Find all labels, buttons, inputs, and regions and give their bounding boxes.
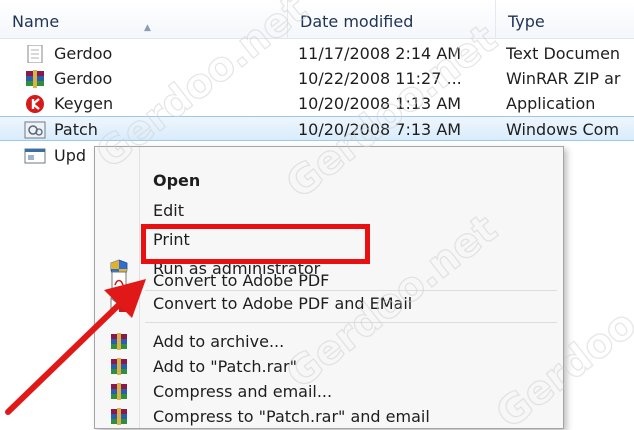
file-name: Keygen — [54, 94, 114, 113]
menu-item-label: Edit — [153, 201, 184, 220]
menu-separator — [145, 322, 557, 323]
column-header-name-label: Name — [12, 12, 60, 31]
column-header-type[interactable]: Type — [496, 0, 634, 38]
file-row[interactable]: Gerdoo 11/17/2008 2:14 AM Text Documen — [0, 41, 634, 66]
menu-item-add-to-archive[interactable]: Add to archive... — [95, 328, 563, 355]
file-name: Upd — [54, 146, 87, 165]
file-date: 11/17/2008 2:14 AM — [298, 44, 462, 63]
keygen-app-icon — [26, 95, 44, 113]
file-row[interactable]: Gerdoo 10/22/2008 11:27 ... WinRAR ZIP a… — [0, 66, 634, 91]
file-name-cell: Keygen — [24, 91, 286, 116]
adobe-pdf-icon — [111, 271, 127, 291]
winrar-archive-icon — [111, 408, 127, 425]
menu-item-add-to-rar[interactable]: Add to "Patch.rar" — [95, 353, 563, 380]
file-row-selected[interactable]: Patch 10/20/2008 7:13 AM Windows Com — [0, 116, 634, 141]
file-type: Application — [506, 94, 596, 113]
file-row[interactable]: Keygen 10/20/2008 1:13 AM Application — [0, 91, 634, 116]
winrar-archive-icon — [111, 383, 127, 400]
file-name-cell: Patch — [24, 117, 286, 142]
menu-item-label: Open — [153, 171, 201, 190]
highlight-box — [141, 224, 370, 264]
winrar-archive-icon — [26, 70, 44, 88]
file-date: 10/22/2008 11:27 ... — [298, 69, 462, 88]
file-name: Gerdoo — [54, 44, 113, 63]
update-app-icon — [24, 148, 46, 164]
adobe-pdf-email-icon — [110, 297, 127, 312]
menu-item-label: Add to archive... — [153, 332, 285, 351]
file-type: Text Documen — [506, 44, 621, 63]
menu-item-convert-pdf-email[interactable]: Convert to Adobe PDF and EMail — [95, 290, 563, 317]
file-name-cell: Gerdoo — [24, 41, 286, 66]
file-name: Gerdoo — [54, 69, 113, 88]
file-name: Patch — [54, 120, 98, 139]
file-name-cell: Gerdoo — [24, 66, 286, 91]
menu-item-compress-rar-email[interactable]: Compress to "Patch.rar" and email — [95, 403, 563, 430]
text-document-icon — [27, 45, 43, 63]
winrar-archive-icon — [111, 358, 127, 375]
file-date: 10/20/2008 7:13 AM — [298, 120, 462, 139]
column-header-name[interactable]: Name ▲ — [0, 0, 288, 38]
column-header-bar: Name ▲ Date modified Type — [0, 0, 634, 39]
patch-app-icon — [24, 121, 46, 139]
winrar-archive-icon — [111, 333, 127, 350]
menu-item-label: Add to "Patch.rar" — [153, 357, 297, 376]
menu-item-edit[interactable]: Edit — [95, 197, 563, 224]
menu-item-compress-email[interactable]: Compress and email... — [95, 378, 563, 405]
file-type: Windows Com — [506, 120, 620, 139]
menu-item-label: Compress and email... — [153, 382, 333, 401]
column-header-date-label: Date modified — [300, 12, 414, 31]
file-date: 10/20/2008 1:13 AM — [298, 94, 462, 113]
column-header-date[interactable]: Date modified — [288, 0, 496, 38]
context-menu: Open Edit Print Run as administrator Con… — [94, 146, 564, 429]
menu-item-label: Convert to Adobe PDF and EMail — [153, 294, 413, 313]
column-header-type-label: Type — [508, 12, 545, 31]
menu-item-label: Compress to "Patch.rar" and email — [153, 407, 430, 426]
menu-item-open[interactable]: Open — [95, 167, 563, 194]
file-type: WinRAR ZIP ar — [506, 69, 621, 88]
